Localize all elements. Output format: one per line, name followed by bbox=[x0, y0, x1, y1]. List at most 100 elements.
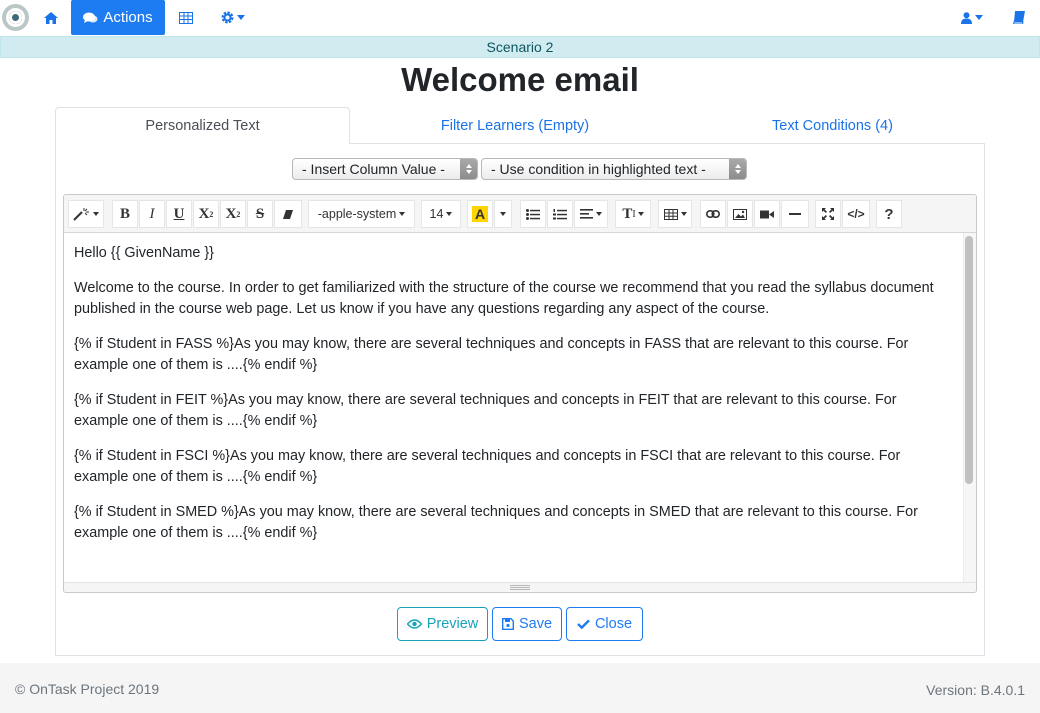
text-color-dropdown[interactable] bbox=[494, 200, 512, 228]
comments-icon bbox=[83, 12, 98, 23]
ordered-list-button[interactable] bbox=[547, 200, 573, 228]
close-button[interactable]: Close bbox=[566, 607, 643, 641]
magic-wand-icon bbox=[73, 208, 89, 221]
save-label: Save bbox=[518, 616, 553, 632]
superscript-button[interactable]: X2 bbox=[193, 200, 219, 228]
condition-paragraph: {% if Student in FSCI %}As you may know,… bbox=[74, 448, 901, 485]
underline-button[interactable]: U bbox=[166, 200, 192, 228]
table-nav-link[interactable] bbox=[170, 0, 202, 35]
subscript-icon: X bbox=[225, 205, 237, 222]
picture-icon bbox=[733, 208, 747, 220]
subscript-mark: 2 bbox=[236, 209, 241, 219]
superscript-icon: X bbox=[198, 205, 210, 222]
unordered-list-icon bbox=[526, 208, 540, 220]
font-size-value: 14 bbox=[429, 207, 444, 221]
chevron-down-icon bbox=[500, 212, 506, 216]
save-icon bbox=[501, 618, 514, 630]
select-arrows-icon bbox=[460, 159, 477, 179]
ordered-list-icon bbox=[553, 208, 567, 219]
help-icon: ? bbox=[884, 205, 894, 223]
code-view-icon: </> bbox=[847, 207, 865, 221]
page-title: Welcome email bbox=[401, 61, 639, 98]
strikethrough-icon: S bbox=[255, 205, 265, 222]
home-icon bbox=[44, 11, 58, 24]
insert-column-select[interactable]: - Insert Column Value - bbox=[292, 158, 478, 180]
save-button[interactable]: Save bbox=[492, 607, 562, 641]
chevron-down-icon bbox=[596, 212, 602, 216]
video-button[interactable] bbox=[754, 200, 780, 228]
select-arrows-icon bbox=[729, 159, 746, 179]
editor-resize-handle[interactable] bbox=[64, 582, 976, 592]
chevron-down-icon bbox=[399, 212, 406, 216]
home-nav-link[interactable] bbox=[35, 0, 67, 35]
paragraph-align-dropdown[interactable] bbox=[574, 200, 608, 228]
editor-scrollbar-thumb[interactable] bbox=[965, 236, 973, 484]
chevron-down-icon bbox=[637, 212, 644, 216]
use-condition-select-value: - Use condition in highlighted text - bbox=[491, 161, 706, 177]
editor-content[interactable]: Hello {{ GivenName }} Welcome to the cou… bbox=[64, 233, 964, 583]
font-size-dropdown[interactable]: 14 bbox=[421, 200, 461, 228]
gear-icon bbox=[221, 11, 234, 24]
italic-button[interactable]: I bbox=[139, 200, 165, 228]
editor-toolbar: B I U X2 X2 S -apple-system 14 A T I </>… bbox=[64, 195, 976, 233]
navbar: Actions bbox=[0, 0, 1040, 35]
eraser-icon bbox=[283, 209, 293, 219]
video-icon bbox=[760, 210, 774, 218]
book-icon bbox=[1013, 11, 1025, 24]
strikethrough-button[interactable]: S bbox=[247, 200, 273, 228]
table-insert-dropdown[interactable] bbox=[658, 200, 692, 228]
footer-copyright: © OnTask Project 2019 bbox=[15, 681, 160, 697]
fullscreen-button[interactable] bbox=[815, 200, 841, 228]
eye-icon bbox=[406, 619, 422, 629]
greeting-paragraph: Hello {{ GivenName }} bbox=[74, 245, 214, 261]
chevron-down-icon bbox=[93, 212, 99, 216]
tab-bar: Personalized Text Filter Learners (Empty… bbox=[55, 107, 985, 144]
align-left-icon bbox=[580, 209, 593, 219]
close-label: Close bbox=[594, 616, 633, 632]
condition-paragraph: {% if Student in FASS %}As you may know,… bbox=[74, 336, 909, 373]
preview-button[interactable]: Preview bbox=[397, 607, 488, 641]
text-color-icon: A bbox=[471, 206, 489, 222]
chevron-down-icon bbox=[975, 15, 983, 20]
bold-button[interactable]: B bbox=[112, 200, 138, 228]
help-button[interactable]: ? bbox=[876, 200, 902, 228]
footer-version: Version: B.4.0.1 bbox=[926, 682, 1025, 698]
rich-text-editor: B I U X2 X2 S -apple-system 14 A T I </>… bbox=[63, 194, 977, 593]
text-height-icon: T bbox=[622, 205, 633, 222]
insert-column-select-value: - Insert Column Value - bbox=[302, 161, 445, 177]
tab-filter-learners[interactable]: Filter Learners (Empty) bbox=[400, 107, 630, 144]
tab-personalized-text[interactable]: Personalized Text bbox=[55, 107, 350, 144]
unordered-list-button[interactable] bbox=[520, 200, 546, 228]
picture-button[interactable] bbox=[727, 200, 753, 228]
intro-paragraph: Welcome to the course. In order to get f… bbox=[74, 280, 934, 317]
text-color-button[interactable]: A bbox=[467, 200, 493, 228]
horizontal-rule-button[interactable] bbox=[781, 200, 809, 228]
ontask-logo[interactable] bbox=[2, 4, 29, 31]
superscript-mark: 2 bbox=[209, 209, 214, 219]
paragraph-style-dropdown[interactable]: TI bbox=[615, 200, 651, 228]
font-family-dropdown[interactable]: -apple-system bbox=[308, 200, 415, 228]
magic-style-button[interactable] bbox=[68, 200, 104, 228]
grip-icon bbox=[510, 585, 530, 590]
actions-nav-link[interactable]: Actions bbox=[71, 0, 165, 35]
italic-icon: I bbox=[149, 205, 155, 222]
link-button[interactable] bbox=[700, 200, 726, 228]
underline-icon: U bbox=[173, 205, 185, 222]
fullscreen-icon bbox=[822, 208, 834, 220]
chevron-down-icon bbox=[446, 212, 453, 216]
footer: © OnTask Project 2019 Version: B.4.0.1 bbox=[0, 663, 1040, 713]
use-condition-select[interactable]: - Use condition in highlighted text - bbox=[481, 158, 747, 180]
condition-paragraph: {% if Student in FEIT %}As you may know,… bbox=[74, 392, 897, 429]
clear-format-button[interactable] bbox=[274, 200, 302, 228]
chevron-down-icon bbox=[237, 15, 245, 20]
settings-dropdown[interactable] bbox=[212, 0, 254, 35]
code-view-button[interactable]: </> bbox=[842, 200, 870, 228]
documentation-link[interactable] bbox=[1004, 0, 1034, 35]
table-icon bbox=[179, 11, 193, 24]
bold-icon: B bbox=[119, 205, 130, 222]
subscript-button[interactable]: X2 bbox=[220, 200, 246, 228]
tab-text-conditions[interactable]: Text Conditions (4) bbox=[720, 107, 945, 144]
user-dropdown[interactable] bbox=[952, 0, 992, 35]
font-family-value: -apple-system bbox=[317, 207, 397, 221]
preview-label: Preview bbox=[426, 616, 479, 632]
